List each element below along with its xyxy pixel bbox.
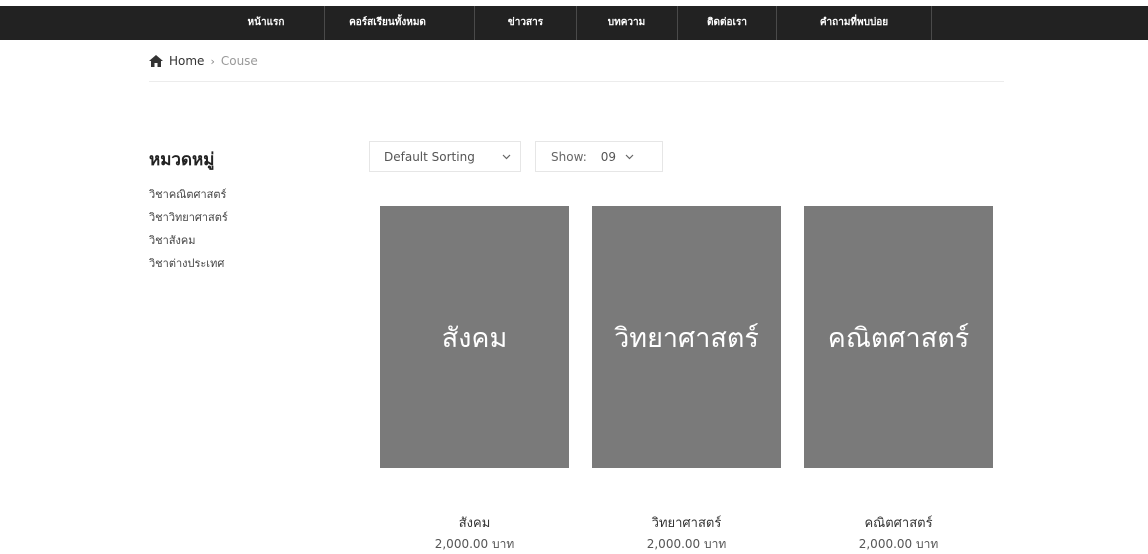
show-label: Show: xyxy=(551,149,587,164)
home-icon xyxy=(149,55,163,67)
product-title[interactable]: สังคม xyxy=(380,512,569,533)
category-list: วิชาคณิตศาสตร์ วิชาวิทยาศาสตร์ วิชาสังคม… xyxy=(149,186,228,278)
category-item-social[interactable]: วิชาสังคม xyxy=(149,232,228,255)
nav-item-home[interactable]: หน้าแรก xyxy=(236,6,296,40)
nav-divider xyxy=(931,6,932,40)
product-image-label: สังคม xyxy=(441,322,508,354)
nav-item-articles[interactable]: บทความ xyxy=(577,6,676,40)
sorting-select[interactable]: Default Sorting xyxy=(369,141,521,172)
divider xyxy=(149,81,1004,82)
breadcrumb-home-link[interactable]: Home xyxy=(169,54,204,68)
product-image-label: คณิตศาสตร์ xyxy=(827,322,970,354)
nav-item-contact[interactable]: ติดต่อเรา xyxy=(678,6,776,40)
sorting-select-value: Default Sorting xyxy=(384,149,475,164)
product-price: 2,000.00 บาท xyxy=(434,537,515,551)
product-image[interactable]: วิทยาศาสตร์ xyxy=(592,206,781,468)
breadcrumb: Home › Couse xyxy=(149,54,258,68)
product-image[interactable]: สังคม xyxy=(380,206,569,468)
sidebar-title: หมวดหมู่ xyxy=(149,150,215,170)
show-count-select[interactable]: Show: 09 xyxy=(535,141,663,172)
product-image-label: วิทยาศาสตร์ xyxy=(614,322,759,354)
show-count-value: 09 xyxy=(600,149,617,164)
top-navbar: หน้าแรก คอร์สเรียนทั้งหมด ข่าวสาร บทความ… xyxy=(0,6,1148,40)
category-item-science[interactable]: วิชาวิทยาศาสตร์ xyxy=(149,209,228,232)
chevron-down-icon xyxy=(625,154,634,159)
nav-item-faq[interactable]: คำถามที่พบบ่อย xyxy=(777,6,931,40)
category-item-foreign[interactable]: วิชาต่างประเทศ xyxy=(149,255,228,278)
chevron-down-icon xyxy=(502,154,511,159)
nav-item-news[interactable]: ข่าวสาร xyxy=(475,6,576,40)
product-title[interactable]: คณิตศาสตร์ xyxy=(804,512,993,533)
product-title[interactable]: วิทยาศาสตร์ xyxy=(592,512,781,533)
product-image[interactable]: คณิตศาสตร์ xyxy=(804,206,993,468)
product-price: 2,000.00 บาท xyxy=(858,537,939,551)
chevron-right-icon: › xyxy=(210,54,215,68)
category-item-math[interactable]: วิชาคณิตศาสตร์ xyxy=(149,186,228,209)
product-price: 2,000.00 บาท xyxy=(646,537,727,551)
breadcrumb-current: Couse xyxy=(220,54,258,68)
nav-item-all-courses[interactable]: คอร์สเรียนทั้งหมด xyxy=(325,6,450,40)
